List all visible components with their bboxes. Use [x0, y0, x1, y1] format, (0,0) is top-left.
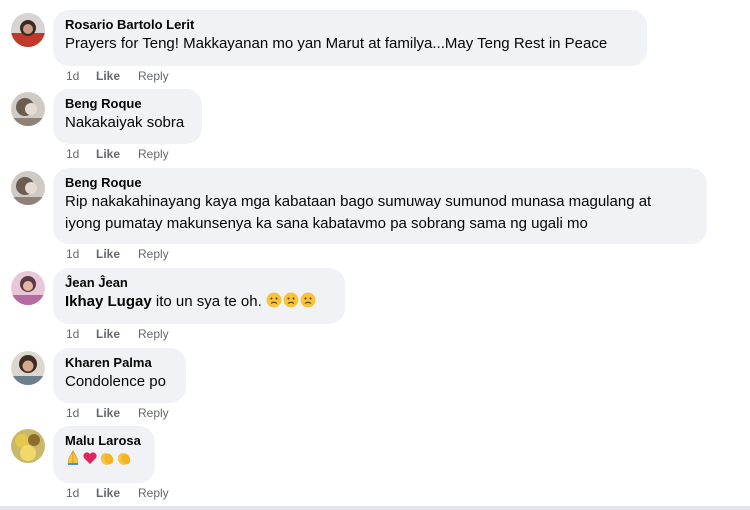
avatar-image	[11, 171, 45, 205]
reply-button[interactable]: Reply	[138, 485, 169, 501]
comment-timestamp[interactable]: 1d	[66, 246, 96, 262]
sad-face-emoji	[266, 292, 282, 308]
reply-button[interactable]: Reply	[138, 246, 169, 262]
sad-face-emoji	[300, 292, 316, 308]
clapping-hands-emoji	[100, 453, 114, 465]
comment-author[interactable]: Beng Roque	[65, 95, 190, 112]
avatar[interactable]	[11, 92, 45, 126]
comment-bubble: Rosario Bartolo Lerit Prayers for Teng! …	[53, 10, 647, 66]
comment-timestamp[interactable]: 1d	[66, 326, 96, 342]
reply-button[interactable]: Reply	[138, 405, 169, 421]
comment-text: Ikhay Lugay ito un sya te oh.	[65, 291, 333, 313]
like-button[interactable]: Like	[96, 246, 138, 262]
comment-bubble: Malu Larosa	[53, 426, 155, 483]
comment-text-body: ito un sya te oh.	[151, 293, 266, 310]
comment-author[interactable]: Beng Roque	[65, 174, 695, 191]
reply-button[interactable]: Reply	[138, 68, 169, 84]
comment-actions: 1d Like Reply	[66, 146, 169, 162]
avatar-image	[11, 351, 45, 385]
mention-link[interactable]: Ikhay Lugay	[65, 293, 152, 310]
avatar[interactable]	[11, 271, 45, 305]
sad-face-emoji	[283, 292, 299, 308]
reply-button[interactable]: Reply	[138, 146, 169, 162]
comment-timestamp[interactable]: 1d	[66, 146, 96, 162]
avatar-image	[11, 429, 45, 463]
folded-hands-emoji	[67, 450, 79, 465]
like-button[interactable]: Like	[96, 146, 138, 162]
comment-text: Prayers for Teng! Makkayanan mo yan Maru…	[65, 35, 608, 52]
comment-bubble: Beng Roque Nakakaiyak sobra	[53, 89, 202, 144]
clapping-hands-emoji	[117, 453, 131, 465]
comment-bubble: Beng Roque Rip nakakahinayang kaya mga k…	[53, 168, 707, 244]
like-button[interactable]: Like	[96, 68, 138, 84]
comment-timestamp[interactable]: 1d	[66, 68, 96, 84]
like-button[interactable]: Like	[96, 326, 138, 342]
red-heart-emoji	[83, 452, 97, 464]
like-button[interactable]: Like	[96, 405, 138, 421]
comment-actions: 1d Like Reply	[66, 485, 169, 501]
comment-bubble: Ĵean Ĵean Ikhay Lugay ito un sya te oh.	[53, 268, 345, 324]
comment-actions: 1d Like Reply	[66, 246, 169, 262]
avatar-image	[11, 271, 45, 305]
avatar-image	[11, 92, 45, 126]
avatar[interactable]	[11, 429, 45, 463]
avatar-image	[11, 13, 45, 47]
comment-author[interactable]: Ĵean Ĵean	[65, 274, 333, 291]
comment-text-line: Rip nakakahinayang kaya mga kabataan bag…	[65, 193, 652, 210]
comment-text: Condolence po	[65, 373, 166, 390]
avatar[interactable]	[11, 171, 45, 205]
avatar[interactable]	[11, 351, 45, 385]
like-button[interactable]: Like	[96, 485, 138, 501]
avatar[interactable]	[11, 13, 45, 47]
comment-text	[65, 449, 143, 471]
comment-actions: 1d Like Reply	[66, 326, 169, 342]
comment-timestamp[interactable]: 1d	[66, 485, 96, 501]
comment-text-line: iyong pumatay makunsenya ka sana kabatav…	[65, 215, 588, 232]
comment-text: Nakakaiyak sobra	[65, 114, 185, 131]
comment-author[interactable]: Kharen Palma	[65, 354, 174, 371]
comment-author[interactable]: Malu Larosa	[65, 432, 143, 449]
comment-bubble: Kharen Palma Condolence po	[53, 348, 186, 403]
comment-timestamp[interactable]: 1d	[66, 405, 96, 421]
comment-actions: 1d Like Reply	[66, 68, 169, 84]
divider	[0, 506, 750, 510]
comment-actions: 1d Like Reply	[66, 405, 169, 421]
comment-author[interactable]: Rosario Bartolo Lerit	[65, 16, 635, 33]
reply-button[interactable]: Reply	[138, 326, 169, 342]
